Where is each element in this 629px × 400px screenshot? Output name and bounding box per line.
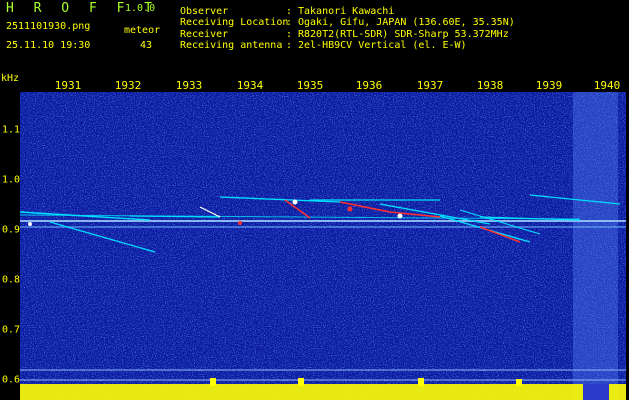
info-value: Takanori Kawachi [298, 6, 395, 17]
spectrogram-noise [20, 92, 626, 400]
power-peak [210, 378, 216, 386]
info-key: Receiving Location [180, 17, 289, 28]
bright-spot [28, 222, 32, 226]
y-tick-label: 0.6 [2, 374, 21, 386]
x-tick-label: 1939 [535, 79, 563, 92]
x-tick-label: 1934 [236, 79, 264, 92]
info-separator: : [286, 40, 293, 51]
file-name: 2511101930.png [6, 21, 91, 32]
bright-spot [397, 213, 403, 219]
app-version: 1.0.0 [125, 3, 156, 14]
info-value: Ogaki, Gifu, JAPAN (136.60E, 35.35N) [298, 17, 515, 28]
power-peak [298, 378, 304, 386]
info-value: R820T2(RTL-SDR) SDR-Sharp 53.372MHz [298, 29, 509, 40]
x-tick-label: 1933 [175, 79, 203, 92]
info-row-observer: Observer: Takanori Kawachi [180, 6, 394, 17]
info-separator: : [286, 17, 293, 28]
x-tick-label: 1938 [476, 79, 504, 92]
x-tick-label: 1936 [355, 79, 383, 92]
y-tick-label: 0.9 [2, 224, 21, 236]
info-row-antenna: Receiving antenna:2el-HB9CV Vertical (el… [180, 40, 467, 51]
power-band [20, 384, 626, 400]
y-tick-label: 0.7 [2, 324, 21, 336]
power-peak [418, 378, 424, 386]
y-tick-label: 0.8 [2, 274, 21, 286]
x-tick-label: 1935 [296, 79, 324, 92]
info-separator: : [286, 29, 293, 40]
y-tick-label: 1.1 [2, 124, 21, 136]
x-tick-label: 1932 [114, 79, 142, 92]
y-tick-label: 1.0 [2, 174, 21, 186]
info-key: Observer [180, 6, 229, 17]
info-key: Receiving antenna [180, 40, 283, 51]
bright-spot [292, 199, 298, 205]
info-key: Receiver [180, 29, 229, 40]
y-axis-unit: kHz [1, 73, 20, 84]
noisy-band [573, 92, 618, 400]
x-tick-label: 1937 [416, 79, 444, 92]
meteor-count: 43 [140, 40, 153, 51]
power-gap [583, 384, 609, 400]
hrofft-window: H R O F F T 1.0.0 2511101930.png meteor … [0, 0, 629, 400]
info-row-location: Receiving Location: Ogaki, Gifu, JAPAN (1… [180, 17, 515, 28]
meteor-count-label: meteor [124, 25, 161, 36]
power-peak [516, 379, 522, 386]
x-tick-label: 1940 [593, 79, 621, 92]
info-separator: : [286, 6, 293, 17]
info-value: 2el-HB9CV Vertical (el. E-W) [298, 40, 467, 51]
bright-spot [347, 206, 353, 212]
date-time: 25.11.10 19:30 [6, 40, 91, 51]
bright-spot [238, 221, 242, 225]
info-row-receiver: Receiver: R820T2(RTL-SDR) SDR-Sharp 53.37… [180, 29, 509, 40]
spectrogram [20, 92, 626, 400]
x-tick-label: 1931 [54, 79, 82, 92]
